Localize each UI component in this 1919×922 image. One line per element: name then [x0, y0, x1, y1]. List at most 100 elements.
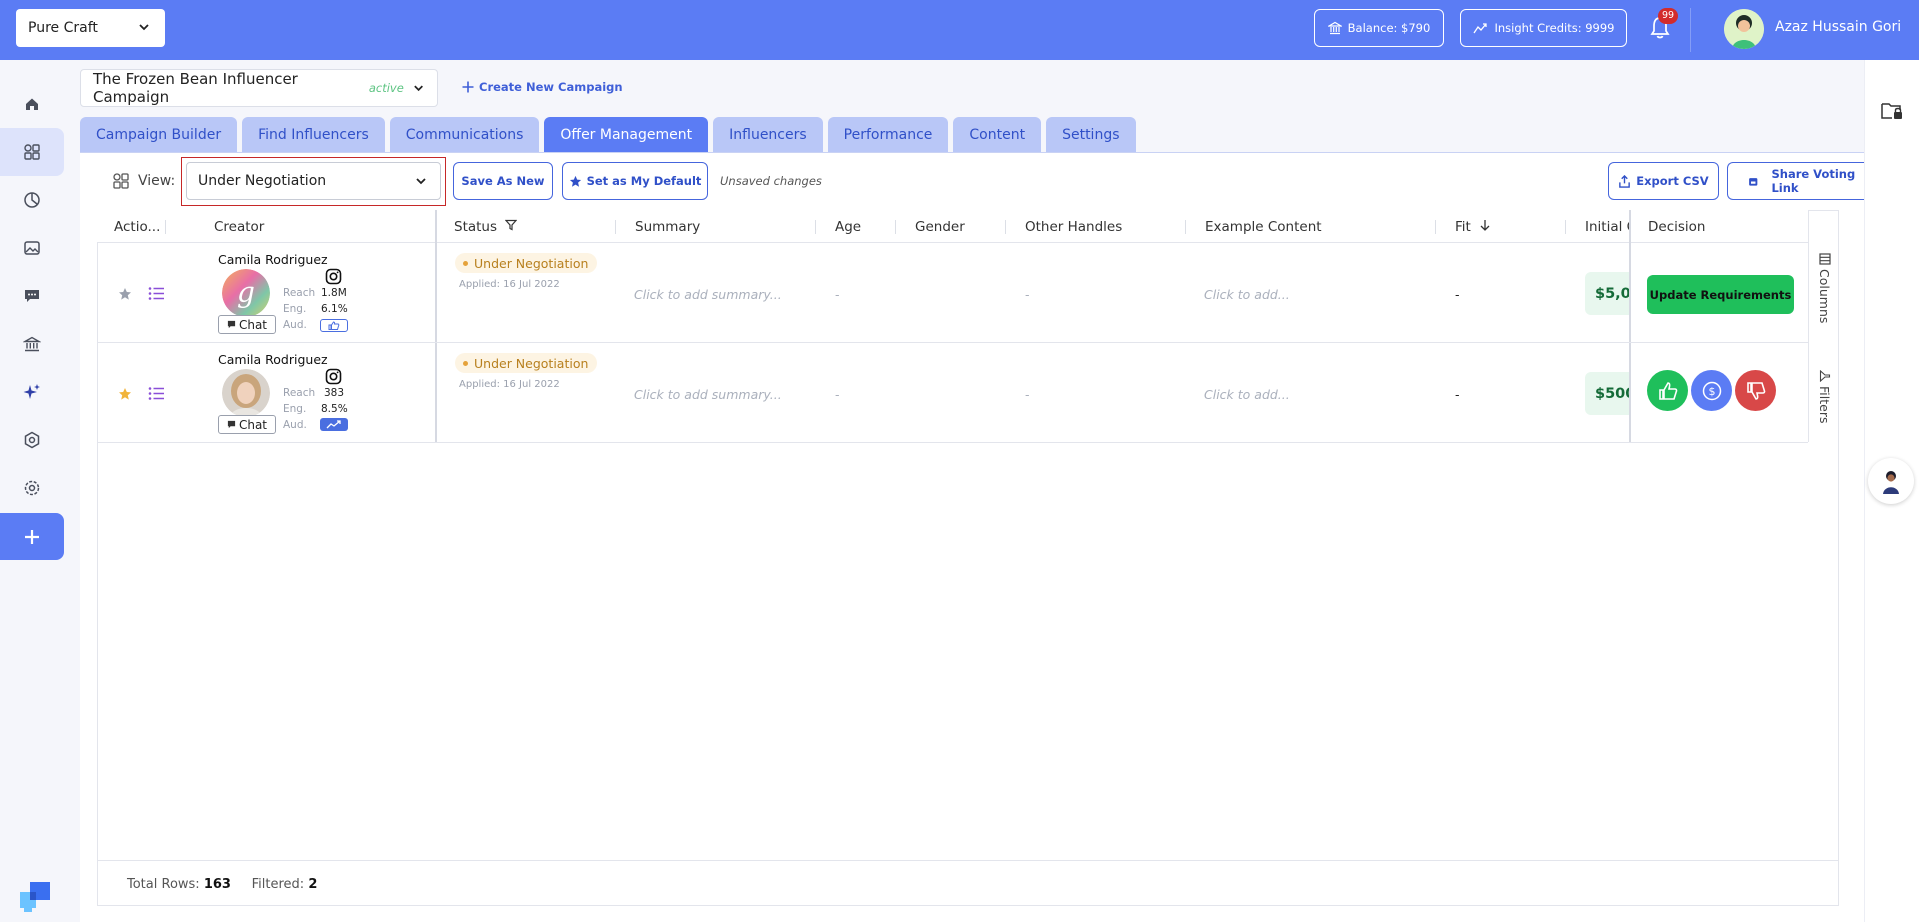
- thumbs-down-icon: [1746, 381, 1765, 400]
- column-separator: [1435, 220, 1436, 234]
- audience-badge[interactable]: [320, 319, 348, 332]
- chevron-down-icon: [414, 85, 423, 92]
- audience-label: Aud.: [283, 419, 307, 431]
- column-header-summary[interactable]: Summary: [635, 219, 700, 235]
- filter-icon: [1819, 370, 1830, 382]
- chat-label: Chat: [238, 317, 268, 332]
- column-header-actions[interactable]: Actio...: [114, 219, 160, 235]
- brand-selector[interactable]: Pure Craft: [16, 9, 165, 47]
- initial-offer-cell[interactable]: $5,00: [1585, 272, 1629, 315]
- list-icon[interactable]: [148, 386, 165, 401]
- summary-cell[interactable]: Click to add summary...: [634, 387, 782, 402]
- sidebar-item-media[interactable]: [0, 224, 64, 272]
- approve-button[interactable]: [1647, 370, 1688, 411]
- image-icon: [24, 241, 40, 255]
- column-header-gender[interactable]: Gender: [915, 219, 965, 235]
- calendar-icon: [1749, 177, 1758, 186]
- creator-avatar[interactable]: g: [222, 269, 270, 317]
- tab-content[interactable]: Content: [953, 117, 1042, 153]
- save-as-new-button[interactable]: Save As New: [453, 162, 553, 200]
- sidebar-item-integrations[interactable]: [0, 416, 64, 464]
- column-header-decision[interactable]: Decision: [1648, 219, 1705, 235]
- sidebar-item-ai[interactable]: [0, 368, 64, 416]
- set-default-button[interactable]: Set as My Default: [562, 162, 708, 200]
- sidebar-item-messages[interactable]: [0, 272, 64, 320]
- column-header-initial-offer[interactable]: Initial O: [1585, 219, 1630, 235]
- row-divider: [97, 442, 1808, 443]
- chat-button[interactable]: Chat: [218, 415, 276, 434]
- instagram-icon[interactable]: [325, 368, 342, 385]
- grid-footer: Total Rows: 163 Filtered: 2: [127, 877, 317, 892]
- fit-cell: -: [1455, 287, 1460, 302]
- filters-panel-toggle[interactable]: Filters: [1817, 370, 1832, 423]
- column-separator: [815, 220, 816, 234]
- plus-icon: [462, 81, 474, 93]
- column-separator: [165, 220, 166, 234]
- creator-name[interactable]: Camila Rodriguez: [218, 252, 328, 267]
- support-avatar[interactable]: [1868, 458, 1914, 504]
- share-voting-link-label: Share Voting Link: [1771, 167, 1856, 195]
- list-icon[interactable]: [148, 286, 165, 301]
- audience-badge[interactable]: [320, 418, 348, 431]
- export-icon: [1619, 174, 1631, 188]
- share-voting-link-button[interactable]: Share Voting Link: [1727, 162, 1864, 200]
- column-separator: [895, 220, 896, 234]
- summary-cell[interactable]: Click to add summary...: [634, 287, 782, 302]
- star-icon[interactable]: [118, 287, 132, 301]
- reach-label: Reach: [283, 287, 316, 299]
- locked-folder-icon[interactable]: [1880, 100, 1904, 122]
- status-badge: Under Negotiation: [455, 253, 598, 273]
- sidebar-item-payments[interactable]: [0, 320, 64, 368]
- user-name[interactable]: Azaz Hussain Gori: [1775, 19, 1901, 35]
- tab-campaign-builder[interactable]: Campaign Builder: [80, 117, 238, 153]
- columns-panel-toggle[interactable]: Columns: [1817, 253, 1832, 323]
- creator-avatar[interactable]: [222, 369, 270, 417]
- star-icon[interactable]: [118, 387, 132, 401]
- view-selector[interactable]: Under Negotiation: [186, 162, 441, 200]
- sidebar-item-home[interactable]: [0, 80, 64, 128]
- instagram-icon[interactable]: [325, 268, 342, 285]
- tab-find-influencers[interactable]: Find Influencers: [242, 117, 385, 153]
- set-default-label: Set as My Default: [586, 174, 702, 188]
- export-csv-button[interactable]: Export CSV: [1608, 162, 1719, 200]
- tab-communications[interactable]: Communications: [389, 117, 540, 153]
- column-separator: [615, 220, 616, 234]
- creator-name[interactable]: Camila Rodriguez: [218, 352, 328, 367]
- example-content-cell[interactable]: Click to add...: [1204, 287, 1290, 302]
- sidebar-item-settings[interactable]: [0, 464, 64, 512]
- column-header-status[interactable]: Status: [454, 219, 518, 235]
- pie-chart-icon: [24, 192, 40, 208]
- chat-button[interactable]: Chat: [218, 315, 276, 334]
- user-avatar[interactable]: [1724, 9, 1764, 49]
- column-header-fit[interactable]: Fit: [1455, 219, 1491, 235]
- column-header-other-handles[interactable]: Other Handles: [1025, 219, 1122, 235]
- example-content-cell[interactable]: Click to add...: [1204, 387, 1290, 402]
- column-header-example-content[interactable]: Example Content: [1205, 219, 1322, 235]
- insight-credits-button[interactable]: Insight Credits: 9999: [1460, 9, 1627, 47]
- notification-badge: 99: [1658, 8, 1678, 24]
- campaign-name: The Frozen Bean Influencer Campaign: [93, 70, 298, 106]
- tab-offer-management[interactable]: Offer Management: [544, 117, 709, 153]
- grid-footer-divider: [97, 860, 1839, 861]
- balance-button[interactable]: Balance: $790: [1314, 9, 1444, 47]
- brand-name: Pure Craft: [28, 20, 98, 36]
- column-header-age[interactable]: Age: [835, 219, 861, 235]
- create-new-campaign-button[interactable]: Create New Campaign: [461, 80, 623, 94]
- counter-offer-button[interactable]: $: [1691, 370, 1732, 411]
- sidebar-add-button[interactable]: [0, 513, 64, 560]
- campaign-selector[interactable]: The Frozen Bean Influencer Campaign acti…: [80, 69, 438, 107]
- update-requirements-button[interactable]: Update Requirements: [1647, 275, 1794, 314]
- initial-offer-cell[interactable]: $500: [1585, 372, 1629, 415]
- user-avatar-illustration: [1724, 9, 1764, 49]
- campaign-status: active: [368, 81, 404, 95]
- tab-settings[interactable]: Settings: [1046, 117, 1136, 153]
- tab-influencers[interactable]: Influencers: [713, 117, 823, 153]
- row-divider: [97, 342, 1808, 343]
- reject-button[interactable]: [1735, 370, 1776, 411]
- column-header-creator[interactable]: Creator: [214, 219, 264, 235]
- sidebar-item-analytics[interactable]: [0, 176, 64, 224]
- tab-performance[interactable]: Performance: [827, 117, 949, 153]
- bank-icon: [23, 336, 41, 352]
- engagement-value: 6.1%: [321, 303, 348, 315]
- sidebar-item-campaigns[interactable]: [0, 128, 64, 176]
